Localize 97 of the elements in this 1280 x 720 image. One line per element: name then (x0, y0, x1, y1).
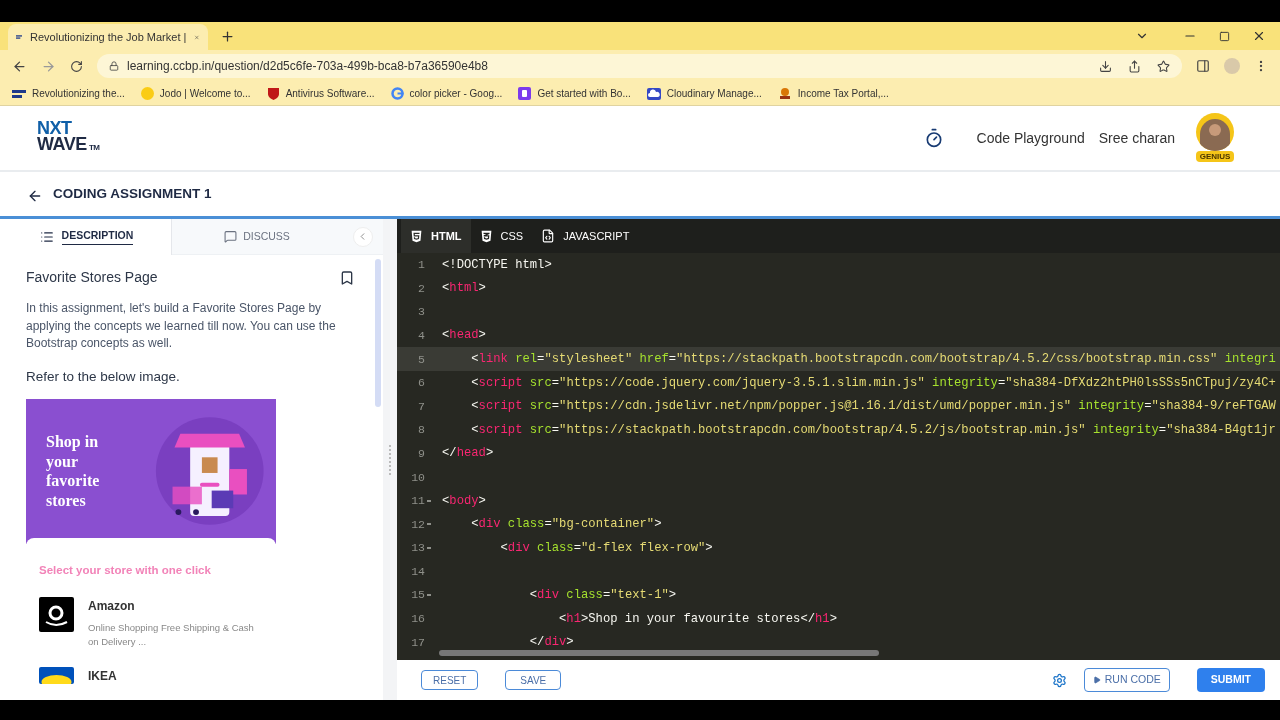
fold-icon[interactable] (426, 594, 431, 597)
bookmark[interactable]: Get started with Bo... (518, 86, 631, 101)
editor-tab[interactable]: JAVASCRIPT (532, 219, 639, 253)
restore-icon[interactable] (1219, 30, 1230, 42)
share-icon[interactable] (1128, 59, 1141, 73)
store-logo (39, 667, 74, 684)
line-number: 6 (418, 375, 425, 392)
store-description: Online Shopping Free Shipping & Cash on Delivery ... (88, 621, 255, 649)
star-icon[interactable] (1157, 59, 1170, 73)
code-line[interactable]: <script src="https://cdn.jsdelivr.net/npm/popper.js@1.16.1/dist/umd/popper.min.js" integrity="sha384-9/reFTGAW (435, 397, 1276, 416)
line-number: 2 (418, 280, 425, 297)
banner-heading: Shop in your favorite stores (46, 432, 101, 511)
store-name: IKEA (88, 668, 117, 685)
line-number: 7 (418, 398, 425, 415)
avatar[interactable] (1196, 113, 1234, 151)
code-line[interactable]: <!DOCTYPE html> (435, 255, 552, 274)
logo[interactable]: NXT WAVE TM (37, 120, 100, 156)
instruction-text: Refer to the below image. (26, 367, 181, 386)
address-bar[interactable]: learning.ccbp.in/question/d2d5c6fe-703a-499b-bca8-b7a36590e4b8 (97, 54, 1182, 78)
code-line[interactable]: <link rel="stylesheet" href="https://stackpath.bootstrapcdn.com/bootstrap/4.5.2/css/bootstrap.min.css" integri (435, 350, 1276, 369)
code-line[interactable]: <head> (435, 326, 486, 345)
html-icon (410, 229, 423, 243)
code-line[interactable]: <html> (435, 279, 486, 298)
bookmark[interactable]: Antivirus Software... (266, 86, 375, 101)
code-line[interactable]: <div class="text-1"> (435, 585, 677, 605)
bookmark[interactable]: color picker - Goog... (390, 86, 503, 101)
bookmark-icon[interactable] (339, 269, 355, 286)
store-name: Amazon (88, 598, 136, 615)
line-number: 8 (418, 422, 425, 439)
bookmark[interactable]: Income Tax Portal,... (777, 86, 889, 101)
install-icon[interactable] (1099, 59, 1112, 73)
panel-tab[interactable]: DISCUSS (171, 218, 342, 255)
fold-icon[interactable] (426, 523, 431, 526)
emblem-icon (777, 87, 792, 100)
lock-icon (109, 61, 119, 71)
back-icon[interactable] (27, 188, 43, 204)
bookmark[interactable]: Jodo | Welcome to... (140, 86, 251, 101)
css-icon (479, 229, 493, 243)
line-number: 12 (411, 516, 425, 533)
reload-icon[interactable] (70, 59, 83, 73)
editor-tab[interactable]: HTML (401, 219, 471, 253)
code-line[interactable]: <script src="https://code.jquery.com/jquery-3.5.1.slim.min.js" integrity="sha384-DfXdz2htPH0lsSSs5nCTpuj/zy4C+ (435, 373, 1276, 392)
code-line[interactable]: <div class="d-flex flex-row"> (435, 538, 713, 558)
line-number: 13 (411, 540, 425, 557)
editor-tab[interactable]: CSS (470, 219, 533, 253)
circle-icon (140, 87, 154, 100)
cloud-icon (646, 87, 661, 100)
panel-tab[interactable]: DESCRIPTION (0, 218, 171, 255)
fold-icon[interactable] (426, 499, 431, 502)
save-button[interactable]: SAVE (505, 670, 562, 690)
store-logo (39, 597, 74, 632)
new-tab-icon[interactable] (220, 29, 235, 44)
line-number: 10 (411, 469, 425, 486)
nav-link[interactable]: Code Playground (976, 127, 1085, 149)
run-code-button[interactable]: RUN CODE (1083, 668, 1170, 692)
browser-tab[interactable]: Revolutionizing the Job Market | (8, 24, 208, 50)
description-text: In this assignment, let's build a Favorite Stores Page by applying the concepts we learned till now. You can use the Bootstrap concepts as well. (26, 300, 337, 352)
code-line[interactable]: </div> (435, 633, 574, 652)
code-line[interactable]: </head> (435, 444, 494, 463)
line-number: 16 (411, 611, 425, 628)
bookmark[interactable]: Cloudinary Manage... (646, 86, 762, 101)
line-number: 11 (411, 493, 425, 510)
user-name[interactable]: Sree charan (1098, 127, 1175, 149)
scrollbar-thumb[interactable] (439, 650, 879, 657)
scrollbar-thumb[interactable] (375, 259, 381, 407)
shield-icon (266, 87, 280, 100)
tab-title: Revolutionizing the Job Market | (30, 29, 187, 45)
line-number: 15 (411, 587, 425, 604)
submit-button[interactable]: SUBMIT (1196, 668, 1265, 692)
code-line[interactable]: <script src="https://stackpath.bootstrapcdn.com/bootstrap/4.5.2/js/bootstrap.min.js" integrity="sha384-B4gt1jr (435, 420, 1276, 440)
file-icon (541, 229, 556, 243)
line-number: 9 (418, 445, 425, 462)
side-panel-icon[interactable] (1196, 59, 1210, 73)
code-line[interactable]: <h1>Shop in your favourite stores</h1> (435, 609, 837, 628)
line-number: 1 (418, 257, 425, 274)
close-icon[interactable] (1252, 29, 1266, 43)
problem-title: Favorite Stores Page (26, 268, 158, 287)
bookmark[interactable]: Revolutionizing the... (12, 86, 125, 101)
reset-button[interactable]: RESET (421, 670, 479, 690)
rank-badge: GENIUS (1195, 151, 1235, 162)
back-icon[interactable] (12, 58, 27, 74)
fold-icon[interactable] (426, 546, 431, 549)
url-text: learning.ccbp.in/question/d2d5c6fe-703a-499b-bca8-b7a36590e4b8 (127, 58, 489, 75)
code-line[interactable]: <div class="bg-container"> (435, 515, 662, 534)
code-line[interactable]: <body> (435, 491, 486, 510)
line-number: 5 (418, 351, 425, 368)
line-number: 4 (418, 327, 425, 344)
line-number: 14 (411, 563, 425, 580)
assignment-title: CODING ASSIGNMENT 1 (53, 184, 212, 203)
play-icon (1092, 676, 1101, 684)
line-number: 17 (411, 634, 425, 651)
line-number: 3 (418, 304, 425, 321)
chat-icon (224, 230, 238, 243)
site-icon (12, 88, 26, 99)
site-icon (16, 32, 23, 42)
preview-subtitle: Select your store with one click (39, 562, 212, 578)
settings-icon[interactable] (1051, 672, 1067, 688)
